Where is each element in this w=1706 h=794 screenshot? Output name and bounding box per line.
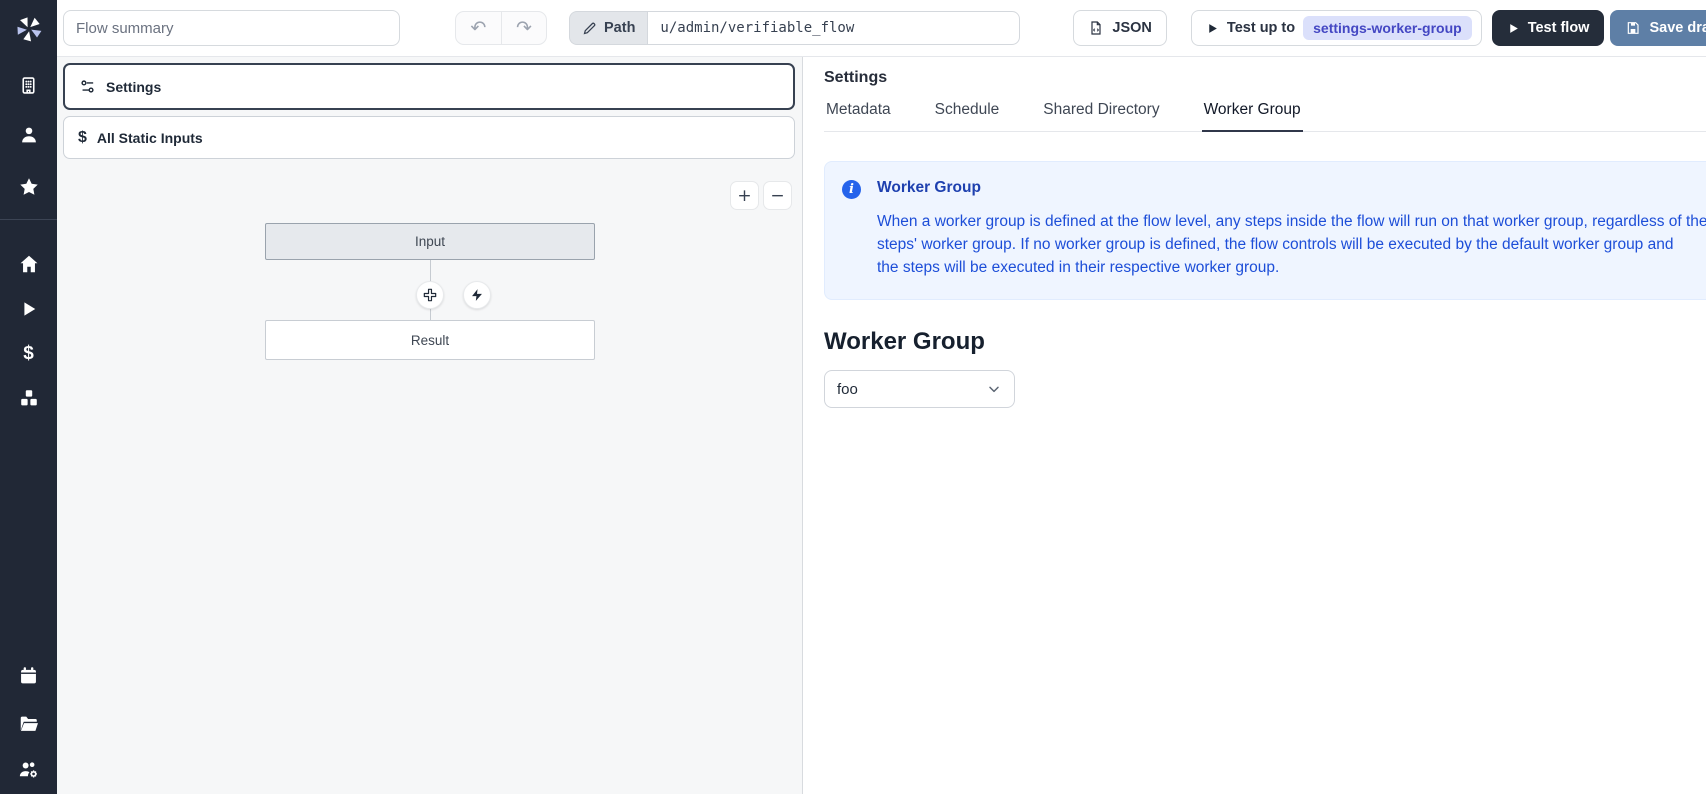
canvas-zoom-controls: + − xyxy=(730,181,792,210)
sidebar-divider xyxy=(0,219,57,220)
users-cog-icon[interactable] xyxy=(17,757,41,781)
flow-node-input[interactable]: Input xyxy=(265,223,595,260)
trigger-button[interactable] xyxy=(463,281,491,309)
save-icon xyxy=(1625,20,1641,36)
test-flow-label: Test flow xyxy=(1528,20,1590,36)
windmill-logo[interactable] xyxy=(0,0,57,57)
tab-shared-directory[interactable]: Shared Directory xyxy=(1041,101,1161,132)
flow-editor-panel: Settings $ All Static Inputs + − Input R… xyxy=(57,57,803,794)
info-icon: i xyxy=(842,180,861,199)
info-title: Worker Group xyxy=(877,179,1706,197)
app-sidebar: $ xyxy=(0,0,57,794)
all-static-inputs-button[interactable]: $ All Static Inputs xyxy=(63,116,795,159)
pencil-icon xyxy=(582,21,597,36)
test-flow-button[interactable]: Test flow xyxy=(1492,10,1605,46)
dollar-sign-icon: $ xyxy=(78,129,87,147)
redo-button[interactable]: ↷ xyxy=(501,12,546,44)
play-white-icon xyxy=(1507,22,1520,35)
chevron-down-icon xyxy=(986,381,1002,397)
add-step-button[interactable] xyxy=(416,281,444,309)
test-up-to-target-badge: settings-worker-group xyxy=(1303,16,1472,40)
building-icon[interactable] xyxy=(17,73,41,97)
windmill-logo-icon xyxy=(14,14,44,44)
sliders-icon xyxy=(79,78,96,95)
save-draft-button[interactable]: Save draft xyxy=(1610,10,1706,46)
flow-node-result[interactable]: Result xyxy=(265,320,595,360)
save-draft-label: Save draft xyxy=(1649,20,1706,36)
play-small-icon xyxy=(1206,22,1219,35)
tab-worker-group[interactable]: Worker Group xyxy=(1202,101,1303,132)
settings-tabs: Metadata Schedule Shared Directory Worke… xyxy=(824,101,1706,132)
folder-icon[interactable] xyxy=(17,712,41,736)
path-button-label: Path xyxy=(604,20,635,36)
top-toolbar: ↶ ↷ Path u/admin/verifiable_flow JSON Te… xyxy=(57,0,1706,57)
worker-group-info-box: i Worker Group When a worker group is de… xyxy=(824,161,1706,300)
info-content: Worker Group When a worker group is defi… xyxy=(877,179,1706,279)
undo-redo-group: ↶ ↷ xyxy=(455,11,547,45)
worker-group-select[interactable]: foo xyxy=(824,370,1015,408)
all-static-inputs-label: All Static Inputs xyxy=(97,130,203,146)
user-icon[interactable] xyxy=(17,123,41,147)
star-icon[interactable] xyxy=(17,175,41,199)
settings-panel-title: Settings xyxy=(824,69,1706,87)
tab-schedule[interactable]: Schedule xyxy=(933,101,1002,132)
dollar-icon[interactable]: $ xyxy=(17,342,41,366)
json-button[interactable]: JSON xyxy=(1073,10,1167,46)
play-icon[interactable] xyxy=(17,297,41,321)
test-up-to-button[interactable]: Test up to settings-worker-group xyxy=(1191,10,1482,46)
tab-metadata[interactable]: Metadata xyxy=(824,101,893,132)
flow-path-value[interactable]: u/admin/verifiable_flow xyxy=(647,11,1020,45)
flow-summary-input[interactable] xyxy=(63,10,400,46)
test-up-to-label: Test up to xyxy=(1227,20,1295,36)
flow-settings-label: Settings xyxy=(106,79,161,95)
home-icon[interactable] xyxy=(17,252,41,276)
info-body: When a worker group is defined at the fl… xyxy=(877,210,1706,279)
worker-group-selected-value: foo xyxy=(837,381,858,398)
plus-cross-icon xyxy=(422,287,438,303)
file-json-icon xyxy=(1088,20,1104,36)
lightning-bolt-icon xyxy=(470,288,484,302)
calendar-icon[interactable] xyxy=(17,663,41,687)
path-group: Path u/admin/verifiable_flow xyxy=(569,11,1020,45)
info-line: When a worker group is defined at the fl… xyxy=(877,210,1706,233)
json-button-label: JSON xyxy=(1112,20,1152,36)
info-line: the steps will be executed in their resp… xyxy=(877,256,1706,279)
undo-button[interactable]: ↶ xyxy=(456,12,501,44)
edit-path-button[interactable]: Path xyxy=(569,11,647,45)
boxes-icon[interactable] xyxy=(17,386,41,410)
info-line: steps' worker group. If no worker group … xyxy=(877,233,1706,256)
settings-panel: Settings Metadata Schedule Shared Direct… xyxy=(804,57,1706,794)
zoom-out-button[interactable]: − xyxy=(763,181,792,210)
flow-settings-button[interactable]: Settings xyxy=(63,63,795,110)
worker-group-section-title: Worker Group xyxy=(824,328,1706,356)
zoom-in-button[interactable]: + xyxy=(730,181,759,210)
